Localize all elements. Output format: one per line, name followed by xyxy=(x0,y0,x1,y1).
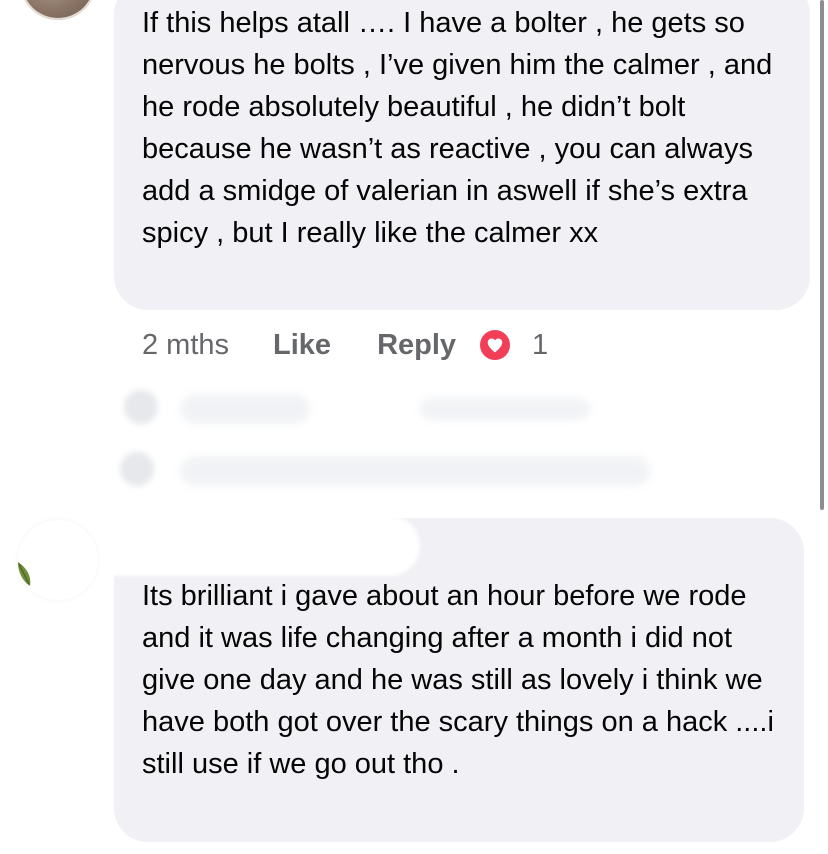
redacted-avatar xyxy=(120,452,154,486)
comment-text: Its brilliant i gave about an hour befor… xyxy=(142,580,782,780)
reply-button[interactable]: Reply xyxy=(377,329,456,362)
reaction-summary[interactable]: 1 xyxy=(480,329,548,362)
heart-icon xyxy=(480,330,511,360)
like-button[interactable]: Like xyxy=(273,329,331,362)
redacted-avatar xyxy=(124,390,158,424)
leaf-icon xyxy=(18,562,31,586)
redacted-text xyxy=(180,394,310,424)
reaction-count: 1 xyxy=(532,328,549,361)
redacted-name xyxy=(100,516,420,576)
commenter-avatar[interactable] xyxy=(20,0,96,20)
redacted-text xyxy=(420,398,590,420)
comment-thread: If this helps atall …. I have a bolter ,… xyxy=(0,0,828,854)
comment-timestamp[interactable]: 2 mths xyxy=(142,329,229,362)
redacted-text xyxy=(180,456,650,486)
comment-text: If this helps atall …. I have a bolter ,… xyxy=(142,7,781,249)
scrollbar[interactable] xyxy=(820,0,824,510)
comment-actions: 2 mths Like Reply 1 xyxy=(142,324,548,366)
